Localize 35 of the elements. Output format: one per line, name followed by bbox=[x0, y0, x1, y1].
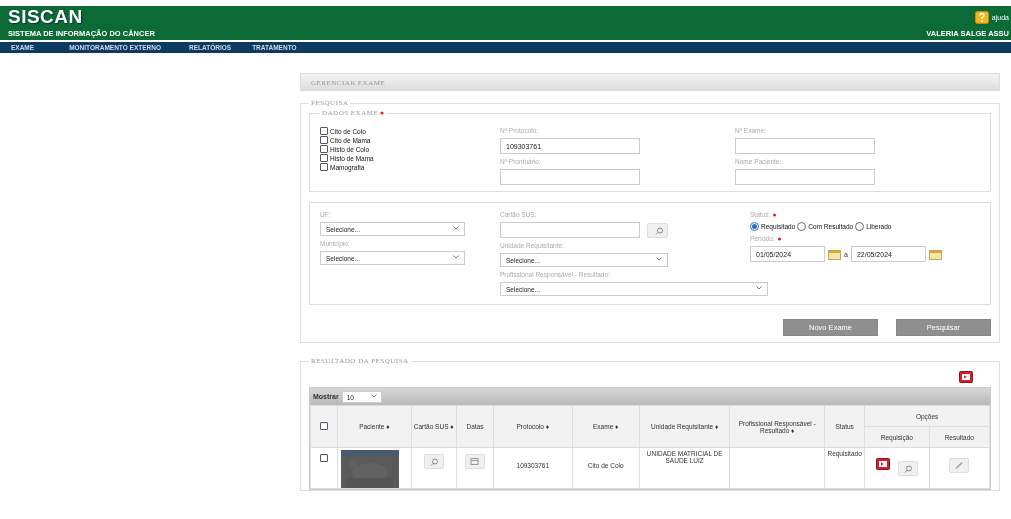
pencil-icon bbox=[954, 461, 965, 470]
input-field[interactable] bbox=[500, 169, 640, 185]
chevron-icon bbox=[370, 393, 377, 398]
search-button[interactable] bbox=[423, 454, 444, 469]
app-logo: SISCAN bbox=[8, 6, 83, 28]
edit-button[interactable] bbox=[949, 458, 970, 473]
chevron-icon bbox=[656, 257, 662, 261]
search-button[interactable] bbox=[647, 222, 668, 238]
required-icon bbox=[772, 213, 778, 217]
search-button[interactable] bbox=[897, 460, 918, 476]
radio-button[interactable] bbox=[750, 222, 759, 231]
checkbox[interactable] bbox=[320, 154, 328, 162]
required-icon bbox=[380, 111, 385, 115]
chevron-icon bbox=[453, 226, 459, 230]
chevron-icon bbox=[453, 255, 459, 259]
search-icon bbox=[428, 457, 440, 466]
chevron-icon bbox=[756, 286, 762, 290]
required-icon bbox=[776, 237, 782, 241]
calendar-icon bbox=[469, 457, 481, 466]
calendar-icon[interactable] bbox=[828, 248, 841, 260]
checkbox[interactable] bbox=[320, 127, 328, 135]
help-icon[interactable] bbox=[974, 11, 989, 24]
radio-button[interactable] bbox=[797, 222, 807, 231]
checkbox[interactable] bbox=[320, 136, 328, 144]
dates-button[interactable] bbox=[464, 454, 485, 469]
checkbox[interactable] bbox=[320, 163, 328, 171]
input-field[interactable] bbox=[735, 138, 875, 154]
checkbox[interactable] bbox=[320, 454, 329, 462]
radio-button[interactable] bbox=[855, 222, 865, 231]
input-field[interactable] bbox=[735, 169, 875, 185]
input-field[interactable] bbox=[500, 222, 640, 238]
calendar-icon[interactable] bbox=[928, 248, 942, 260]
search-icon bbox=[902, 463, 914, 473]
checkbox[interactable] bbox=[320, 422, 329, 430]
checkbox[interactable] bbox=[320, 145, 328, 153]
